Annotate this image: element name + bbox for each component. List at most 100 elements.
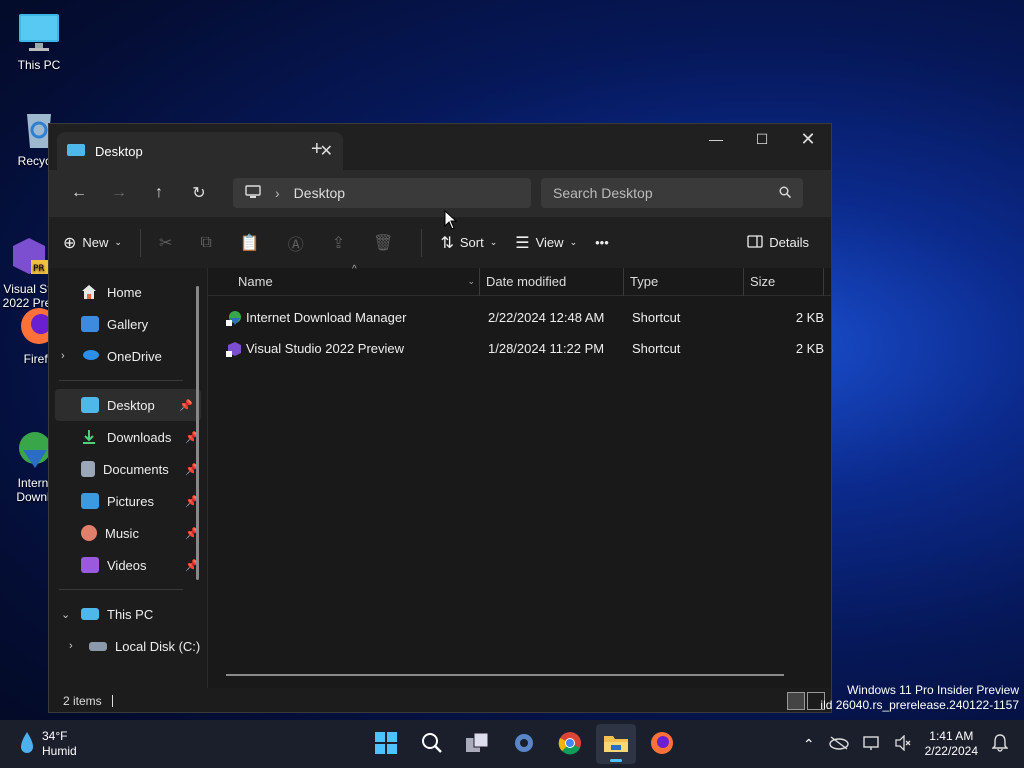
sidebar-item-videos[interactable]: Videos 📌	[49, 549, 207, 581]
copy-icon: ⧉	[200, 233, 212, 251]
pin-icon[interactable]: 📌	[179, 399, 193, 412]
status-bar: 2 items	[49, 688, 831, 714]
file-size: 2 KB	[795, 341, 824, 356]
status-divider	[111, 695, 113, 707]
sidebar-item-desktop[interactable]: Desktop 📌	[55, 389, 201, 421]
sidebar-item-local-disk[interactable]: › Local Disk (C:)	[49, 630, 207, 662]
search-button[interactable]	[412, 724, 452, 764]
table-row[interactable]: Internet Download Manager 2/22/2024 12:4…	[208, 302, 831, 333]
onedrive-offline-icon[interactable]	[828, 735, 849, 753]
nav-scrollbar[interactable]	[196, 286, 199, 580]
sidebar-item-label: Home	[107, 284, 142, 300]
view-button[interactable]: ☰ View ⌄	[515, 233, 577, 253]
desktop-folder-icon	[81, 397, 99, 413]
new-button[interactable]: ⊕ New ⌄	[63, 233, 122, 253]
cut-button[interactable]: ✂	[159, 233, 172, 253]
column-header-name[interactable]: Name ^ ⌄	[208, 264, 480, 296]
sidebar-item-home[interactable]: Home	[49, 276, 207, 308]
sort-button[interactable]: ⇅ Sort ⌄	[440, 233, 497, 253]
taskbar-settings[interactable]	[504, 724, 544, 764]
details-pane-button[interactable]: Details	[747, 234, 809, 251]
notification-bell-icon[interactable]	[991, 733, 1009, 755]
clock-date: 2/22/2024	[924, 744, 978, 758]
rename-icon: Ⓐ	[287, 236, 304, 254]
folder-icon	[603, 732, 629, 757]
volume-muted-icon[interactable]	[894, 733, 911, 754]
desktop-icon-this-pc[interactable]: This PC	[4, 10, 74, 72]
share-button[interactable]: ⇪	[332, 233, 345, 253]
delete-button[interactable]: 🗑	[373, 233, 393, 253]
chevron-down-icon: ⌄	[114, 237, 122, 247]
paste-button[interactable]: 📋	[240, 233, 260, 253]
details-view-button[interactable]	[787, 692, 805, 710]
sidebar-item-downloads[interactable]: Downloads 📌	[49, 421, 207, 453]
horizontal-scrollbar[interactable]	[226, 674, 784, 676]
sidebar-item-music[interactable]: Music 📌	[49, 517, 207, 549]
minimize-button[interactable]: —	[693, 124, 739, 154]
chevron-right-icon: ›	[275, 185, 280, 201]
sort-arrows-icon: ⇅	[440, 234, 454, 252]
weather-widget[interactable]: 34°F Humid	[18, 729, 77, 759]
search-icon	[779, 185, 792, 201]
taskbar-file-explorer[interactable]	[596, 724, 636, 764]
taskbar-chrome[interactable]	[550, 724, 590, 764]
column-header-label: Size	[750, 274, 776, 289]
sidebar-item-documents[interactable]: Documents 📌	[49, 453, 207, 485]
new-tab-button[interactable]: +	[311, 138, 323, 161]
os-watermark: Windows 11 Pro Insider Preview ild 26040…	[820, 683, 1019, 713]
task-view-button[interactable]	[458, 724, 498, 764]
refresh-button[interactable]: ↻	[179, 178, 219, 208]
chevron-down-icon[interactable]: ⌄	[61, 608, 70, 621]
search-input[interactable]: Search Desktop	[541, 178, 803, 208]
chevron-up-icon[interactable]: ⌃	[803, 736, 815, 753]
file-name: Visual Studio 2022 Preview	[246, 341, 405, 356]
tab-desktop[interactable]: Desktop ✕	[57, 132, 343, 170]
chevron-down-icon: ⌄	[569, 237, 578, 247]
start-button[interactable]	[366, 724, 406, 764]
monitor-icon	[17, 10, 61, 54]
more-options-button[interactable]: •••	[595, 235, 609, 250]
column-header-type[interactable]: Type	[624, 267, 744, 296]
column-header-size[interactable]: Size	[744, 267, 824, 296]
forward-button[interactable]: →	[99, 178, 139, 208]
clock[interactable]: 1:41 AM 2/22/2024	[925, 729, 978, 759]
network-icon[interactable]	[862, 735, 881, 754]
sidebar-item-pictures[interactable]: Pictures 📌	[49, 485, 207, 517]
gear-icon	[513, 732, 535, 757]
back-button[interactable]: ←	[59, 178, 99, 208]
copy-button[interactable]: ⧉	[200, 234, 211, 252]
rename-button[interactable]: Ⓐ	[288, 231, 304, 255]
taskbar-firefox[interactable]	[642, 724, 682, 764]
chevron-right-icon[interactable]: ›	[61, 350, 65, 362]
cloud-icon	[81, 348, 99, 364]
details-pane-icon	[747, 234, 763, 251]
maximize-button[interactable]: ☐	[739, 124, 785, 154]
list-view-icon: ☰	[515, 234, 530, 252]
drive-icon	[89, 641, 107, 651]
chrome-icon	[558, 731, 582, 758]
close-window-button[interactable]: ✕	[785, 124, 831, 154]
search-placeholder: Search Desktop	[553, 185, 653, 201]
sidebar-item-gallery[interactable]: Gallery	[49, 308, 207, 340]
sidebar-item-label: Documents	[103, 461, 169, 477]
sidebar-item-label: Desktop	[107, 397, 155, 413]
visual-studio-icon	[226, 341, 242, 357]
home-icon	[81, 284, 99, 300]
address-bar[interactable]: › Desktop	[233, 178, 531, 208]
column-header-date[interactable]: Date modified	[480, 267, 624, 296]
sidebar-item-onedrive[interactable]: › OneDrive	[49, 340, 207, 372]
sidebar-item-label: Gallery	[107, 316, 149, 332]
share-icon: ⇪	[331, 234, 346, 252]
up-button[interactable]: ↑	[139, 178, 179, 208]
chevron-down-icon[interactable]: ⌄	[467, 276, 475, 287]
column-header-label: Type	[630, 274, 659, 289]
watermark-line-1: Windows 11 Pro Insider Preview	[847, 683, 1019, 697]
visual-studio-icon: PR	[5, 220, 49, 274]
table-row[interactable]: Visual Studio 2022 Preview 1/28/2024 11:…	[208, 333, 831, 364]
sidebar-item-this-pc[interactable]: ⌄ This PC	[49, 598, 207, 630]
breadcrumb[interactable]: Desktop	[294, 185, 345, 201]
internet-download-manager-icon	[226, 310, 242, 326]
file-name: Internet Download Manager	[246, 310, 407, 325]
chevron-right-icon[interactable]: ›	[69, 640, 73, 652]
sidebar-item-label: Downloads	[107, 429, 172, 445]
